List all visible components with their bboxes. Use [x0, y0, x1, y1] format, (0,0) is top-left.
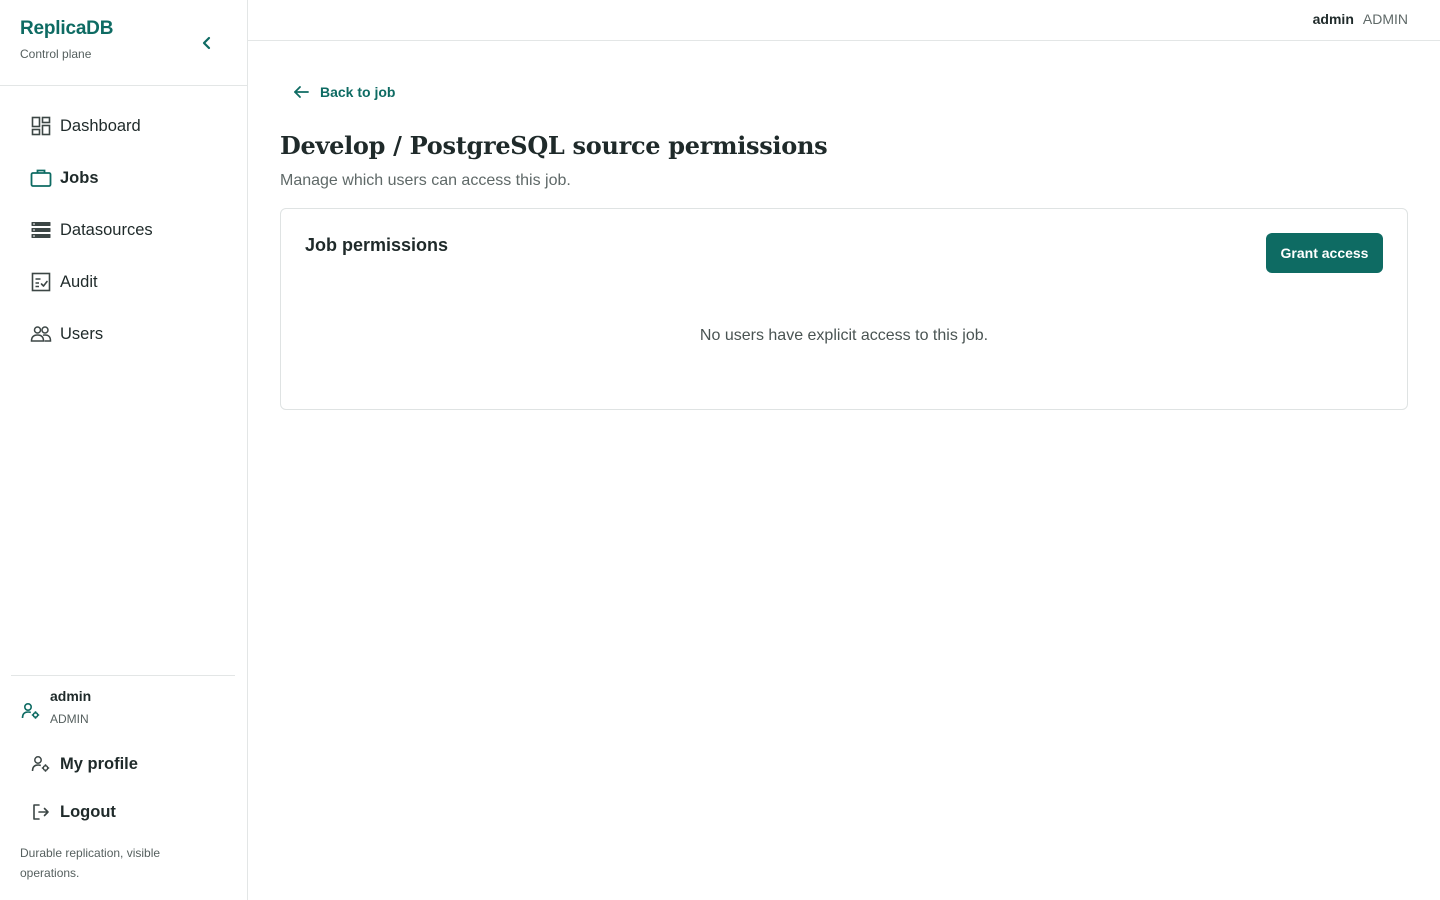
job-permissions-card: Job permissions Grant access No users ha…: [280, 208, 1408, 410]
sidebar-item-audit[interactable]: Audit: [20, 256, 230, 308]
briefcase-icon: [30, 167, 52, 189]
sidebar-user: admin ADMIN: [20, 688, 91, 726]
page-subtitle: Manage which users can access this job.: [280, 172, 571, 189]
main-content: Back to job Develop / PostgreSQL source …: [280, 80, 1408, 410]
collapse-sidebar-button[interactable]: [196, 32, 218, 54]
sidebar-item-users[interactable]: Users: [20, 308, 230, 360]
sidebar-item-jobs[interactable]: Jobs: [20, 152, 230, 204]
chevron-left-icon: [202, 36, 211, 50]
grant-access-button[interactable]: Grant access: [1266, 233, 1383, 273]
sidebar-tagline: Durable replication, visible operations.: [20, 846, 161, 880]
sidebar-item-label: My profile: [60, 754, 138, 773]
back-to-job-label: Back to job: [320, 84, 396, 100]
sidebar-bottom-nav: My profile Logout: [20, 740, 230, 836]
logout-icon: [30, 801, 52, 823]
sidebar-item-label: Jobs: [60, 168, 99, 187]
brand-subtitle: Control plane: [20, 47, 92, 61]
topbar-user-name: admin: [1312, 11, 1354, 27]
sidebar-item-label: Users: [60, 324, 104, 343]
divider: [0, 85, 247, 86]
card-title: Job permissions: [305, 235, 449, 255]
arrow-left-icon: [293, 83, 311, 101]
divider: [11, 675, 235, 676]
topbar: admin ADMIN: [248, 0, 1440, 41]
users-icon: [30, 323, 52, 345]
sidebar-item-datasources[interactable]: Datasources: [20, 204, 230, 256]
topbar-user-role: ADMIN: [1362, 11, 1408, 27]
audit-icon: [30, 271, 52, 293]
sidebar-user-role: ADMIN: [50, 712, 89, 726]
sidebar-nav: Dashboard Jobs Datasources Audit Users: [20, 100, 230, 360]
dashboard-icon: [30, 115, 52, 137]
user-gear-icon: [20, 700, 42, 722]
sidebar-item-label: Logout: [60, 802, 116, 821]
sidebar-item-label: Audit: [60, 272, 98, 291]
sidebar-item-label: Datasources: [60, 220, 153, 239]
back-to-job-link[interactable]: Back to job: [293, 80, 395, 104]
sidebar-item-label: Dashboard: [60, 116, 141, 135]
datasource-icon: [30, 219, 52, 241]
sidebar-user-name: admin: [50, 688, 92, 704]
user-gear-icon: [30, 753, 52, 775]
brand-name[interactable]: ReplicaDB: [20, 18, 113, 40]
topbar-user: admin ADMIN: [1313, 11, 1408, 27]
sidebar-item-logout[interactable]: Logout: [20, 788, 230, 836]
empty-state-message: No users have explicit access to this jo…: [699, 327, 989, 344]
sidebar: ReplicaDB Control plane Dashboard Jobs D…: [0, 0, 248, 900]
sidebar-item-dashboard[interactable]: Dashboard: [20, 100, 230, 152]
brand: ReplicaDB Control plane: [20, 18, 113, 61]
sidebar-item-my-profile[interactable]: My profile: [20, 740, 230, 788]
page-title: Develop / PostgreSQL source permissions: [280, 131, 828, 160]
